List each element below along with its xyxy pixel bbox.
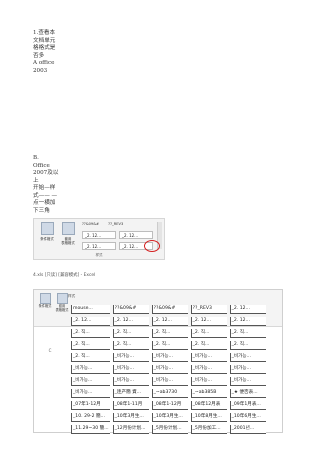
instruction-paragraph-2: B. Office 2007及以 上 开始—样 式—— — 点一横加 下三角: [33, 155, 59, 214]
table-cell[interactable]: _비가능...: [71, 377, 110, 386]
table-cell[interactable]: _2. 직...: [71, 329, 110, 338]
table-format-icon: [61, 222, 75, 235]
table-row: _비가능... _连产簡 資... _~ab3730 _~ab385B _★ 便否表..…: [71, 389, 266, 398]
conditional-format-icon: [39, 293, 51, 304]
table-row: _2. 12... _2. 12... _2. 12... _2. 12... _2. …: [71, 317, 266, 326]
table-cell[interactable]: _2. 12...: [229, 305, 266, 314]
table-cell[interactable]: _~ab385B: [190, 389, 227, 398]
table-cell[interactable]: _11.29~30 簡...: [71, 425, 110, 434]
table-row: _2. 직... _2. 직... _2. 직... _2. 직... _2. 직...: [71, 341, 266, 350]
table-cell[interactable]: _2. 12...: [190, 317, 227, 326]
table-format-icon: [56, 293, 68, 304]
table-row: _비가능... _비가능... _비가능... _비가능... _비가능...: [71, 365, 266, 374]
table-cell[interactable]: _08年12月表: [190, 401, 227, 410]
table-cell[interactable]: ??&09&#: [151, 305, 188, 314]
table-row: _10. 29-2 簡... _10年3月生... _10年3月生... _10年8月…: [71, 413, 266, 422]
table-format-label: 套用 表格格式: [55, 304, 69, 312]
table-cell[interactable]: _비가능...: [71, 365, 110, 374]
table-cell[interactable]: _10年6月生...: [229, 413, 266, 422]
table-cell[interactable]: _2. 직...: [71, 353, 110, 362]
table-cell[interactable]: _5月份计划...: [151, 425, 188, 434]
table-cell[interactable]: _2. 직...: [151, 341, 188, 350]
conditional-format-label: 条件格式: [38, 304, 52, 308]
table-cell[interactable]: ??_REV3: [190, 305, 227, 314]
table-cell[interactable]: _비가능...: [229, 365, 266, 374]
table-cell[interactable]: _12月份计划...: [112, 425, 149, 434]
table-cell[interactable]: _2. 12...: [151, 317, 188, 326]
table-cell[interactable]: _비가능...: [151, 353, 188, 362]
table-row: _07年1-12月 _08年1-11月 _08年1-12月 _08年12月表 _09年1…: [71, 401, 266, 410]
table-cell[interactable]: _비가능...: [190, 353, 227, 362]
table-cell[interactable]: _비가능...: [229, 353, 266, 362]
style-tab[interactable]: ??&09&#: [82, 222, 99, 226]
table-cell[interactable]: _비가능...: [151, 365, 188, 374]
style-tab[interactable]: ??_REV3: [108, 222, 123, 226]
table-cell[interactable]: _09年1月表...: [229, 401, 266, 410]
table-cell[interactable]: _비가능...: [190, 365, 227, 374]
sheet-group-header: 样式: [68, 294, 76, 298]
table-cell[interactable]: _비가능...: [190, 377, 227, 386]
conditional-format-button[interactable]: 条件格式: [37, 222, 57, 241]
table-cell[interactable]: _2. 12...: [229, 317, 266, 326]
spreadsheet-screenshot: 条件格式 套用 表格格式 样式 C mouse... ??&09&# ??&09&#…: [33, 289, 283, 434]
table-cell[interactable]: _08年1-11月: [112, 401, 149, 410]
table-cell[interactable]: _2. 직...: [151, 329, 188, 338]
style-cell[interactable]: _2. 12...: [119, 231, 153, 239]
table-row: _2. 직... _비가능... _비가능... _비가능... _비가능...: [71, 353, 266, 362]
style-grid: mouse... ??&09&# ??&09&# ??_REV3 _2. 12... _2…: [68, 302, 269, 437]
table-cell[interactable]: _★ 便否表...: [229, 389, 266, 398]
instruction-paragraph-1: 1.查看本 文档单元 格格式是 否多 A office 2003: [33, 30, 56, 74]
table-cell[interactable]: _2. 직...: [229, 341, 266, 350]
conditional-format-button[interactable]: 条件格式: [37, 293, 53, 309]
window-caption: 4.xls [只读] [兼容模式] - Excel: [33, 273, 96, 278]
ribbon-screenshot: 条件格式 套用 表格格式 ??&09&# ??_REV3 _2. 12... _…: [33, 218, 165, 260]
table-cell[interactable]: ??&09&#: [112, 305, 149, 314]
table-cell[interactable]: _10. 29-2 簡...: [71, 413, 110, 422]
table-cell[interactable]: _비가능...: [71, 389, 110, 398]
table-cell[interactable]: _2. 직...: [190, 341, 227, 350]
table-format-label: 套用 表格格式: [61, 237, 75, 245]
table-cell[interactable]: _2. 직...: [229, 329, 266, 338]
ribbon-group-label: 样式: [95, 253, 103, 257]
table-row: _비가능... _비가능... _비가능... _비가능... _비가능...: [71, 377, 266, 386]
table-cell[interactable]: _08年1-12月: [151, 401, 188, 410]
table-cell[interactable]: _~ab3730: [151, 389, 188, 398]
table-cell[interactable]: _5月份加工...: [190, 425, 227, 434]
conditional-format-label: 条件格式: [40, 237, 54, 241]
table-cell[interactable]: _10年3月生...: [112, 413, 149, 422]
table-cell[interactable]: _10年8月生...: [190, 413, 227, 422]
table-cell[interactable]: _2. 직...: [71, 341, 110, 350]
table-cell[interactable]: _连产簡 資...: [112, 389, 149, 398]
table-cell[interactable]: _2. 12...: [112, 317, 149, 326]
highlight-circle: [144, 240, 160, 252]
table-format-button[interactable]: 套用 表格格式: [58, 222, 78, 245]
table-cell[interactable]: _비가능...: [229, 377, 266, 386]
conditional-format-icon: [40, 222, 54, 235]
table-cell[interactable]: _비가능...: [112, 377, 149, 386]
table-cell[interactable]: mouse...: [71, 305, 110, 314]
table-row: _11.29~30 簡... _12月份计划... _5月份计划... _5月份加工.…: [71, 425, 266, 434]
table-row: _2. 직... _2. 직... _2. 직... _2. 직... _2. 직...: [71, 329, 266, 338]
table-cell[interactable]: _비가능...: [151, 377, 188, 386]
table-cell[interactable]: _비가능...: [112, 353, 149, 362]
row-marker: C: [48, 348, 52, 353]
table-cell[interactable]: _07年1-12月: [71, 401, 110, 410]
table-cell[interactable]: _2. 직...: [190, 329, 227, 338]
table-cell[interactable]: _2. 직...: [112, 341, 149, 350]
table-row: mouse... ??&09&# ??&09&# ??_REV3 _2. 12...: [71, 305, 266, 314]
table-cell[interactable]: _2. 직...: [112, 329, 149, 338]
table-cell[interactable]: _비가능...: [112, 365, 149, 374]
style-cell[interactable]: _2. 12...: [82, 231, 116, 239]
table-cell[interactable]: _2001년...: [229, 425, 266, 434]
table-cell[interactable]: _2. 12...: [71, 317, 110, 326]
table-cell[interactable]: _10年3月生...: [151, 413, 188, 422]
style-cell[interactable]: _2. 12...: [82, 242, 116, 250]
